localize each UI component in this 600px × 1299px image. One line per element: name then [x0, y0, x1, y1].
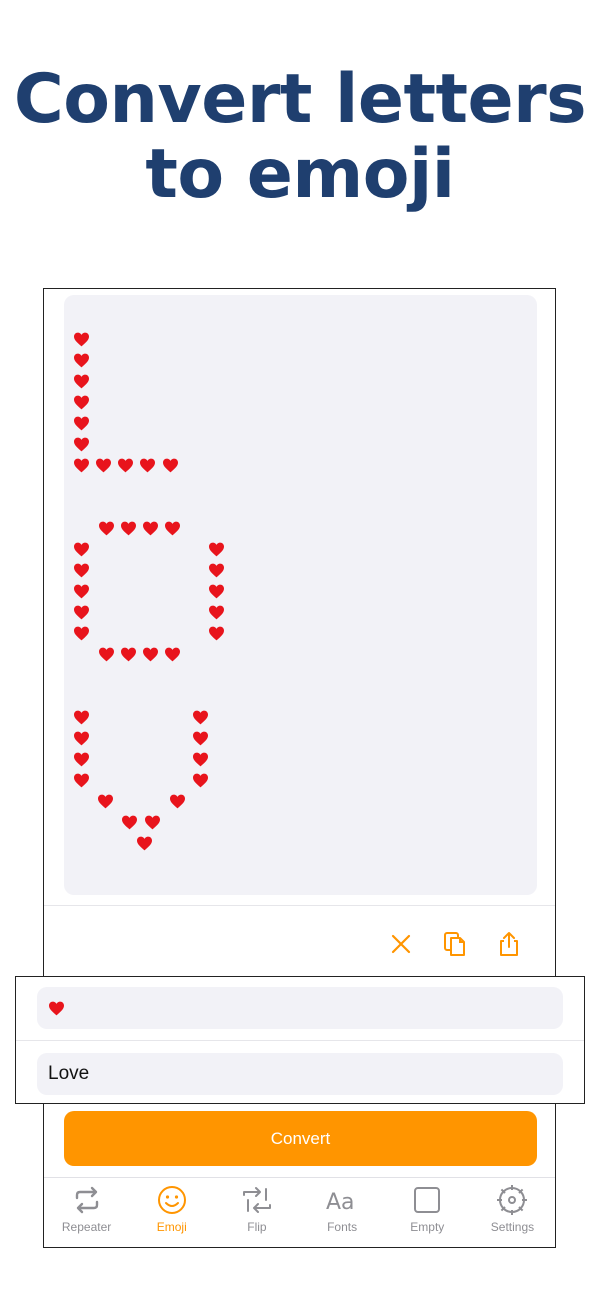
heart-emoji	[73, 626, 90, 641]
headline-line-2: to emoji	[145, 135, 455, 214]
heart-emoji	[73, 584, 90, 599]
heart-emoji	[164, 647, 181, 662]
divider	[16, 1040, 584, 1041]
text-input[interactable]: Love	[37, 1053, 563, 1095]
heart-emoji	[73, 395, 90, 410]
x-icon[interactable]	[386, 929, 416, 959]
heart-emoji	[192, 710, 209, 725]
heart-emoji	[208, 584, 225, 599]
heart-emoji	[162, 458, 179, 473]
heart-emoji	[192, 752, 209, 767]
heart-emoji	[48, 1001, 65, 1016]
tab-emoji[interactable]: Emoji	[129, 1178, 214, 1248]
heart-emoji	[73, 353, 90, 368]
heart-emoji	[169, 794, 186, 809]
heart-emoji	[73, 416, 90, 431]
heart-emoji	[98, 647, 115, 662]
svg-text:Aa: Aa	[326, 1190, 355, 1215]
heart-emoji	[208, 605, 225, 620]
headline-line-1: Convert letters	[13, 60, 587, 139]
heart-emoji	[73, 542, 90, 557]
heart-emoji	[142, 647, 159, 662]
heart-emoji	[73, 332, 90, 347]
heart-emoji	[117, 458, 134, 473]
input-panel: Love	[15, 976, 585, 1104]
square-icon	[409, 1183, 445, 1217]
tab-flip[interactable]: Flip	[214, 1178, 299, 1248]
share-icon[interactable]	[494, 929, 524, 959]
tab-label: Emoji	[156, 1220, 187, 1234]
heart-emoji	[120, 647, 137, 662]
tab-label: Fonts	[327, 1220, 358, 1234]
tab-label: Empty	[410, 1220, 445, 1234]
heart-emoji	[192, 773, 209, 788]
heart-emoji	[136, 836, 153, 851]
heart-emoji	[164, 521, 181, 536]
phone-screen: Convert Repeater Emoji Flip Aa Fonts Empty Set…	[43, 288, 556, 1248]
heart-emoji	[73, 458, 90, 473]
output-text-area[interactable]	[64, 295, 537, 895]
tab-bar: Repeater Emoji Flip Aa Fonts Empty Settings	[44, 1177, 555, 1248]
heart-emoji	[144, 815, 161, 830]
copy-icon[interactable]	[440, 929, 470, 959]
tab-fonts[interactable]: Aa Fonts	[300, 1178, 385, 1248]
heart-emoji	[97, 794, 114, 809]
heart-emoji	[73, 437, 90, 452]
heart-emoji	[73, 374, 90, 389]
headline: Convert letters to emoji	[0, 62, 600, 212]
repeat-icon	[69, 1183, 105, 1217]
heart-emoji	[208, 542, 225, 557]
heart-emoji	[208, 563, 225, 578]
heart-emoji	[73, 563, 90, 578]
heart-emoji	[139, 458, 156, 473]
heart-emoji	[73, 773, 90, 788]
tab-label: Flip	[247, 1220, 267, 1234]
heart-emoji	[142, 521, 159, 536]
heart-emoji	[121, 815, 138, 830]
heart-emoji	[98, 521, 115, 536]
heart-emoji	[192, 731, 209, 746]
heart-emoji	[73, 710, 90, 725]
tab-empty[interactable]: Empty	[385, 1178, 470, 1248]
flip-icon	[239, 1183, 275, 1217]
smiley-icon	[154, 1183, 190, 1217]
emoji-input[interactable]	[37, 987, 563, 1029]
convert-button[interactable]: Convert	[64, 1111, 537, 1166]
tab-label: Repeater	[61, 1220, 112, 1234]
fonts-icon: Aa	[324, 1183, 360, 1217]
heart-emoji	[120, 521, 137, 536]
tab-settings[interactable]: Settings	[470, 1178, 555, 1248]
gear-icon	[494, 1183, 530, 1217]
heart-emoji	[73, 731, 90, 746]
heart-emoji	[208, 626, 225, 641]
heart-emoji	[73, 605, 90, 620]
tab-repeater[interactable]: Repeater	[44, 1178, 129, 1248]
heart-emoji	[73, 752, 90, 767]
tab-label: Settings	[490, 1220, 535, 1234]
divider	[44, 905, 555, 906]
heart-emoji	[95, 458, 112, 473]
